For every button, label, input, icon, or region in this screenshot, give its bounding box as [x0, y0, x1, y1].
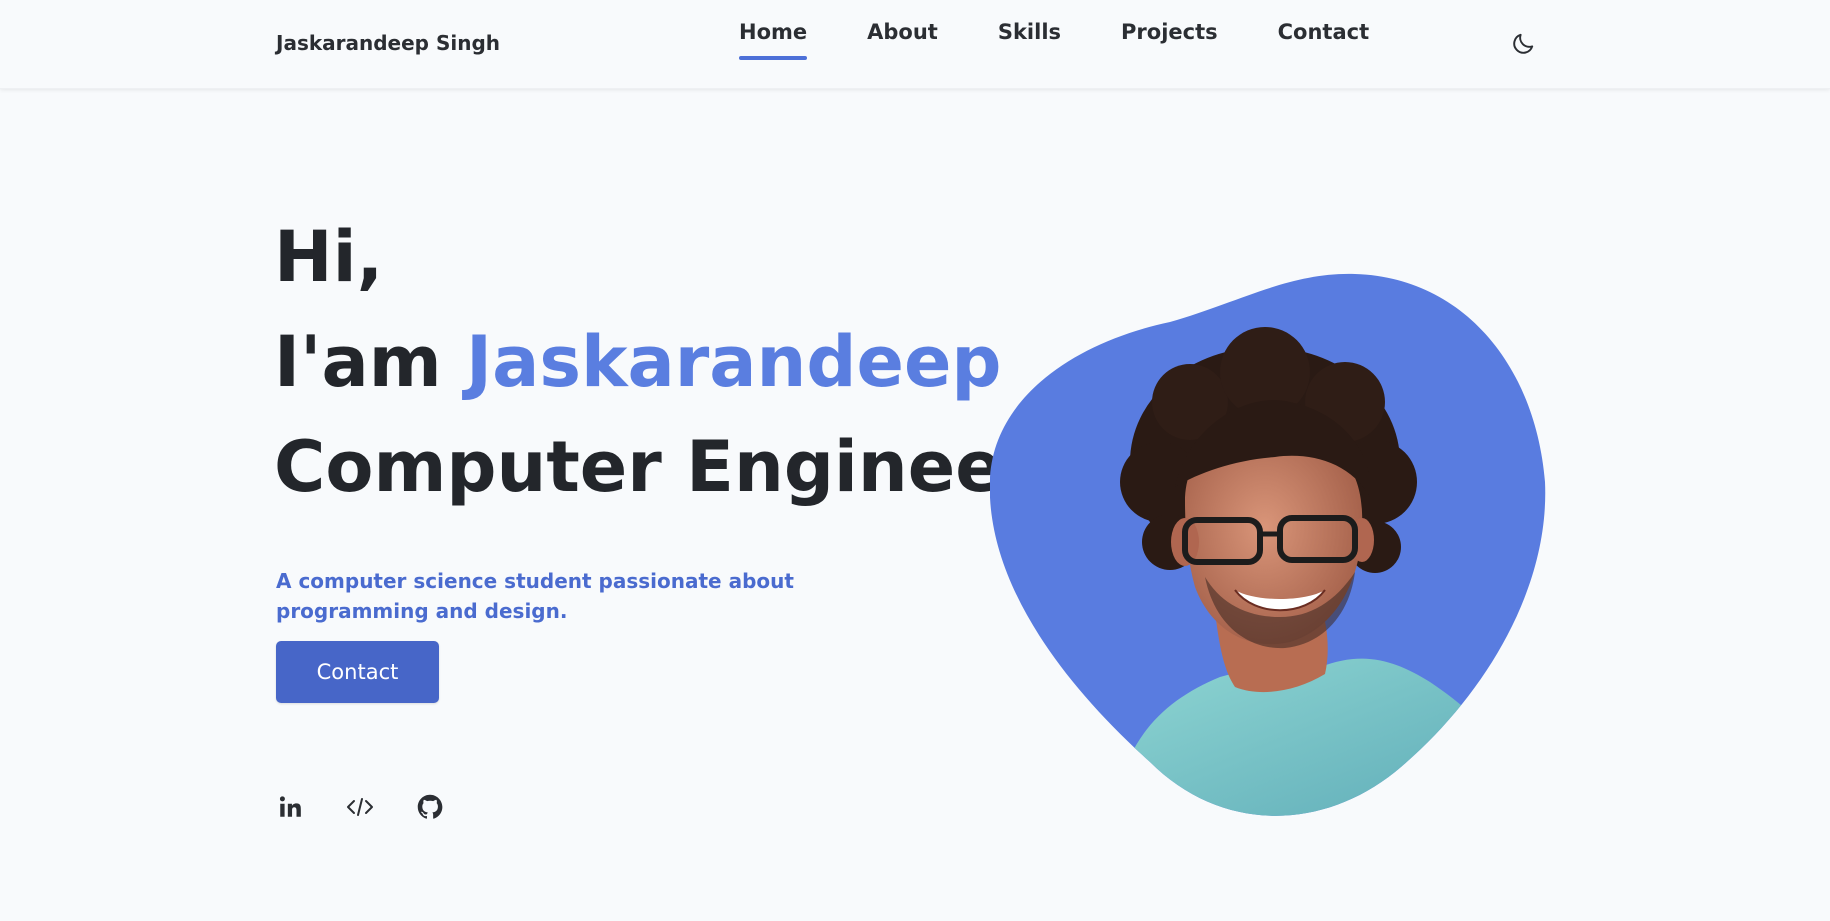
nav-item-contact[interactable]: Contact — [1278, 20, 1370, 60]
code-link[interactable] — [346, 793, 374, 821]
code-icon — [347, 798, 373, 816]
contact-button[interactable]: Contact — [276, 641, 439, 703]
hero-greeting: Hi, — [274, 216, 384, 298]
profile-blob — [989, 273, 1546, 816]
linkedin-icon — [279, 796, 301, 817]
site-header: Jaskarandeep Singh Home About Skills Pro… — [0, 0, 1830, 89]
nav-item-projects[interactable]: Projects — [1121, 20, 1218, 60]
brand-name[interactable]: Jaskarandeep Singh — [276, 31, 500, 55]
main-nav: Home About Skills Projects Contact — [739, 20, 1429, 60]
hero-intro: I'am Jaskarandeep — [274, 310, 1037, 415]
github-link[interactable] — [416, 793, 444, 821]
social-links — [276, 793, 486, 821]
moon-icon — [1513, 33, 1534, 54]
nav-item-home[interactable]: Home — [739, 20, 808, 60]
linkedin-link[interactable] — [276, 793, 304, 821]
hero-subtitle: A computer science student passionate ab… — [276, 569, 794, 623]
nav-item-skills[interactable]: Skills — [998, 20, 1061, 60]
hero-title: Hi, I'am Jaskarandeep Computer Engineer — [274, 205, 1037, 520]
hero-name: Jaskarandeep — [466, 321, 1002, 403]
hero-role: Computer Engineer — [274, 426, 1038, 508]
theme-toggle-button[interactable] — [1510, 31, 1536, 57]
nav-item-about[interactable]: About — [867, 20, 938, 60]
github-icon — [417, 794, 443, 819]
profile-portrait — [989, 272, 1560, 824]
hero-intro-prefix: I'am — [274, 321, 467, 403]
